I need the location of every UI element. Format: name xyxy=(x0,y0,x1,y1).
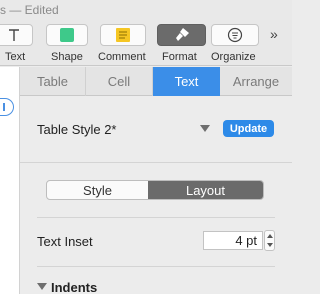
format-button[interactable] xyxy=(157,24,206,46)
segment-style[interactable]: Style xyxy=(47,181,148,199)
inspector-tabs: Table Cell Text Arrange xyxy=(20,67,292,96)
text-inset-field[interactable]: 4 pt xyxy=(203,231,263,250)
paragraph-style-name[interactable]: Table Style 2* xyxy=(37,122,117,137)
indents-section-label[interactable]: Indents xyxy=(51,280,97,294)
text-button-label: Text xyxy=(5,51,26,63)
toolbar-overflow-icon[interactable]: » xyxy=(270,26,278,42)
stepper-up-icon[interactable] xyxy=(267,234,273,238)
comment-button[interactable] xyxy=(100,24,146,46)
tab-cell[interactable]: Cell xyxy=(86,67,153,96)
divider xyxy=(37,266,275,267)
tab-table[interactable]: Table xyxy=(20,67,86,96)
segment-layout[interactable]: Layout xyxy=(148,181,263,199)
comment-icon xyxy=(116,28,130,42)
update-button[interactable]: Update xyxy=(223,120,274,137)
text-inset-stepper[interactable] xyxy=(264,230,275,251)
divider xyxy=(37,217,275,218)
text-inset-label: Text Inset xyxy=(37,234,93,249)
organize-icon xyxy=(227,27,243,43)
organize-button-label: Organize xyxy=(211,51,256,63)
tab-arrange[interactable]: Arrange xyxy=(220,67,292,96)
text-icon xyxy=(8,29,19,41)
format-button-label: Format xyxy=(162,51,197,63)
paragraph-style-row: Table Style 2* Update xyxy=(20,97,292,163)
window-title: s — Edited xyxy=(0,3,59,17)
title-bar: s — Edited xyxy=(0,0,292,20)
tab-text[interactable]: Text xyxy=(153,67,220,96)
shape-button[interactable] xyxy=(46,24,88,46)
shape-button-label: Shape xyxy=(51,51,83,63)
comment-button-label: Comment xyxy=(98,51,146,63)
shape-icon xyxy=(60,28,74,42)
stepper-down-icon[interactable] xyxy=(267,243,273,247)
organize-button[interactable] xyxy=(211,24,259,46)
style-layout-segmented: Style Layout xyxy=(46,180,264,200)
disclosure-triangle-icon[interactable] xyxy=(37,283,47,290)
text-button[interactable] xyxy=(0,24,33,46)
format-inspector: Table Cell Text Arrange Table Style 2* U… xyxy=(20,67,292,294)
format-brush-icon xyxy=(175,28,189,41)
style-dropdown-icon[interactable] xyxy=(200,125,210,132)
toolbar: Text Shape Comment Format Organize » xyxy=(0,20,292,66)
